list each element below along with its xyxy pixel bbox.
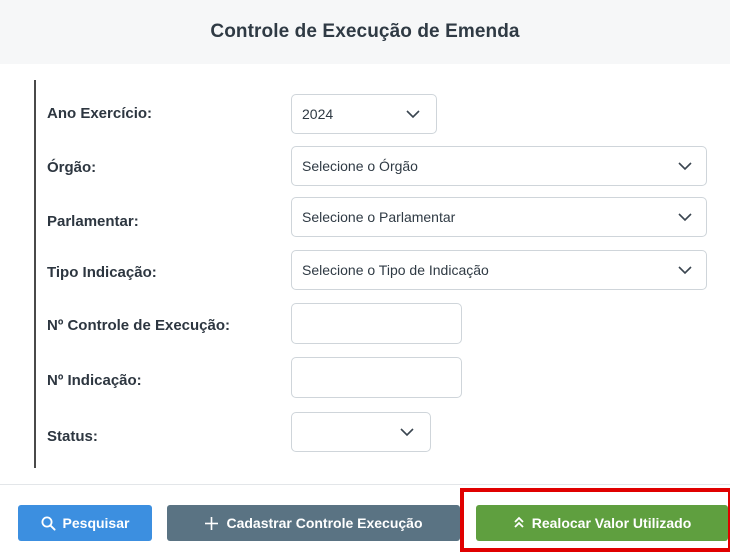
tipo-indicacao-label: Tipo Indicação: <box>47 264 157 281</box>
search-button-label: Pesquisar <box>62 515 130 531</box>
chevron-down-icon <box>400 428 414 437</box>
parlamentar-value: Selecione o Parlamentar <box>302 209 456 225</box>
ano-exercicio-select[interactable]: 2024 <box>291 94 437 134</box>
orgao-select[interactable]: Selecione o Órgão <box>291 146 707 186</box>
realloc-button-label: Realocar Valor Utilizado <box>531 515 692 531</box>
page: Controle de Execução de Emenda Ano Exerc… <box>0 0 730 556</box>
tipo-indicacao-value: Selecione o Tipo de Indicação <box>302 262 489 278</box>
page-title: Controle de Execução de Emenda <box>210 21 520 42</box>
chevron-down-icon <box>678 213 692 222</box>
double-chevron-up-icon <box>513 516 525 530</box>
add-controle-execucao-button[interactable]: Cadastrar Controle Execução <box>167 505 460 541</box>
chevron-down-icon <box>678 162 692 171</box>
parlamentar-select[interactable]: Selecione o Parlamentar <box>291 197 707 237</box>
controle-execucao-label: Nº Controle de Execução: <box>47 317 231 334</box>
page-header: Controle de Execução de Emenda <box>0 0 730 64</box>
search-icon <box>41 516 56 531</box>
status-select[interactable] <box>291 412 431 452</box>
ano-exercicio-value: 2024 <box>302 106 334 122</box>
orgao-label: Órgão: <box>47 159 97 176</box>
plus-icon <box>204 516 219 531</box>
chevron-down-icon <box>678 266 692 275</box>
search-button[interactable]: Pesquisar <box>18 505 152 541</box>
form-left-border <box>34 80 36 468</box>
status-label: Status: <box>47 428 98 445</box>
indicacao-label: Nº Indicação: <box>47 372 142 389</box>
realocar-valor-button[interactable]: Realocar Valor Utilizado <box>476 505 728 541</box>
chevron-down-icon <box>406 110 420 119</box>
controle-execucao-input[interactable] <box>291 303 462 344</box>
orgao-value: Selecione o Órgão <box>302 158 418 174</box>
footer-divider <box>0 484 730 485</box>
parlamentar-label: Parlamentar: <box>47 213 139 230</box>
tipo-indicacao-select[interactable]: Selecione o Tipo de Indicação <box>291 250 707 290</box>
ano-exercicio-label: Ano Exercício: <box>47 105 153 122</box>
add-button-label: Cadastrar Controle Execução <box>226 515 423 531</box>
indicacao-input[interactable] <box>291 357 462 398</box>
